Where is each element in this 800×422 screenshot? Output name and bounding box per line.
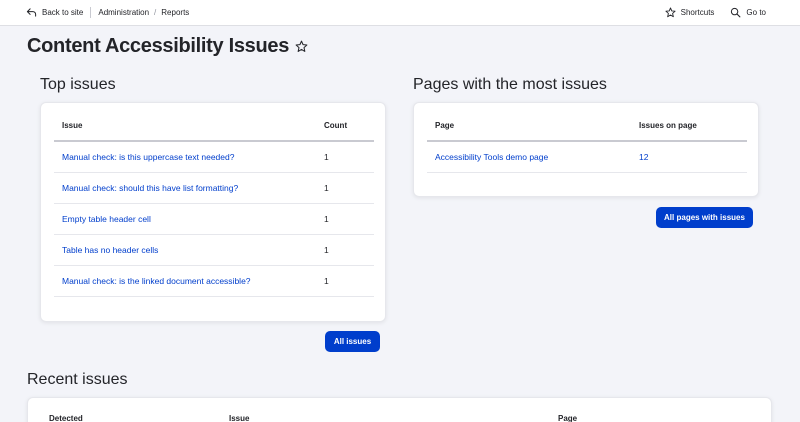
column-header-page: Page xyxy=(427,111,639,142)
search-icon xyxy=(730,7,741,18)
column-header-issue: Issue xyxy=(229,414,250,422)
add-shortcut-star-icon[interactable] xyxy=(295,40,308,53)
back-to-site-link[interactable]: Back to site xyxy=(26,7,83,18)
issue-count: 1 xyxy=(324,141,374,173)
issue-count: 1 xyxy=(324,172,374,204)
toolbar-right: Shortcuts Go to xyxy=(649,0,766,25)
issue-link[interactable]: Manual check: should this have list form… xyxy=(62,183,238,193)
toolbar-divider xyxy=(90,7,92,18)
goto-label: Go to xyxy=(746,8,766,17)
page-title-text: Content Accessibility Issues xyxy=(27,35,290,57)
issue-count: 1 xyxy=(324,265,374,297)
admin-toolbar: Back to site Administration / Reports Sh… xyxy=(0,0,800,26)
column-header-issues-on-page: Issues on page xyxy=(639,111,747,142)
back-arrow-icon xyxy=(26,7,37,18)
column-header-page: Page xyxy=(558,414,578,422)
back-to-site-label: Back to site xyxy=(42,8,84,17)
issue-count: 1 xyxy=(324,203,374,235)
issue-link[interactable]: Manual check: is the linked document acc… xyxy=(62,276,251,286)
table-row: Manual check: should this have list form… xyxy=(54,172,374,204)
page-title: Content Accessibility Issues xyxy=(27,35,308,58)
top-issues-table: Issue Count Manual check: is this upperc… xyxy=(54,111,374,297)
pages-issues-table: Page Issues on page Accessibility Tools … xyxy=(427,111,747,173)
all-pages-with-issues-button[interactable]: All pages with issues xyxy=(656,207,753,228)
goto-button[interactable]: Go to xyxy=(730,7,766,18)
all-issues-button[interactable]: All issues xyxy=(325,331,380,352)
table-row: Manual check: is this uppercase text nee… xyxy=(54,141,374,173)
breadcrumb-separator: / xyxy=(154,8,157,17)
column-header-issue: Issue xyxy=(54,111,324,142)
issue-count: 1 xyxy=(324,234,374,266)
table-row: Empty table header cell 1 xyxy=(54,203,374,235)
issue-link[interactable]: Manual check: is this uppercase text nee… xyxy=(62,152,234,162)
issues-on-page-link[interactable]: 12 xyxy=(639,152,648,162)
column-header-detected: Detected xyxy=(49,414,83,422)
table-header-row: Issue Count xyxy=(54,111,374,142)
table-row: Table has no header cells 1 xyxy=(54,234,374,266)
table-row: Accessibility Tools demo page 12 xyxy=(427,141,747,173)
shortcuts-button[interactable]: Shortcuts xyxy=(665,7,715,18)
breadcrumb-reports[interactable]: Reports xyxy=(161,8,189,17)
recent-issues-title: Recent issues xyxy=(27,371,128,388)
top-issues-card: Issue Count Manual check: is this upperc… xyxy=(40,102,386,322)
recent-issues-card: Detected Issue Page xyxy=(27,397,772,422)
top-issues-title: Top issues xyxy=(40,76,116,93)
star-outline-icon xyxy=(665,7,676,18)
issue-link[interactable]: Empty table header cell xyxy=(62,214,151,224)
shortcuts-label: Shortcuts xyxy=(680,8,715,17)
column-header-count: Count xyxy=(324,111,374,142)
breadcrumb-administration[interactable]: Administration xyxy=(98,8,149,17)
issue-link[interactable]: Table has no header cells xyxy=(62,245,158,255)
page-link[interactable]: Accessibility Tools demo page xyxy=(435,152,548,162)
pages-issues-title: Pages with the most issues xyxy=(413,76,607,93)
table-row: Manual check: is the linked document acc… xyxy=(54,265,374,297)
table-header-row: Page Issues on page xyxy=(427,111,747,142)
pages-issues-card: Page Issues on page Accessibility Tools … xyxy=(413,102,759,197)
toolbar-left: Back to site Administration / Reports xyxy=(26,0,189,25)
